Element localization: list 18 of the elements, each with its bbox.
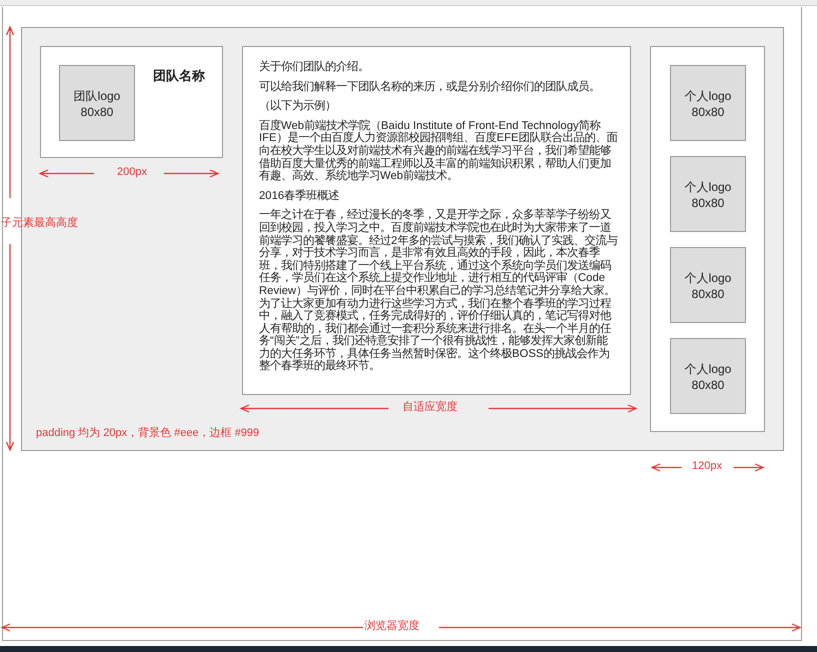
intro-paragraph: 可以给我们解释一下团队名称的来历，或是分别介绍你们的团队成员。 bbox=[259, 80, 601, 94]
width-label: 120px bbox=[692, 461, 722, 472]
team-name: 团队名称 bbox=[153, 67, 205, 85]
member-logo-slot: 个人logo 80x80 bbox=[670, 338, 746, 414]
intro-paragraph: 一年之计在于春，经过漫长的冬季，又是开学之际，众多莘莘学子纷纷又回到校园，投入学习之中。百度前端技术学院也在此时为大家带来了一道前端学习的饕餮盛宴。经过2年多的尝试与摸索，我们确认了实践、交流与分享，对于技术学习而言，是非常有效且高效的手段，因此，本次春季班，我们特别搭建了一个线上平台系统，通过这个系统向学员们发送编码任务，学员们在这个系统上提交作业地址，进行相互的代码评审（Code Review）与评价，同时在平台中积累自己的学习总结笔记并分享给大家。为了让大家更加有动力进行这些学习方式，我们在整个春季班的学习过程中，融入了竞赛模式，任务完成得好的，评价仔细认真的，笔记写得对他人有帮助的，我们都会通过一套积分系统来进行排名。在头一个半月的任务“闯关”之后，我们还特意安排了一个很有挑战性，能够发挥大家创新能力的大任务环节，具体任务当然暂时保密。这个终极BOSS的挑战会作为整个春季班的最终环节。 bbox=[259, 209, 618, 374]
height-label: 子元素最高高度 bbox=[1, 218, 78, 229]
member-logo-slot: 个人logo 80x80 bbox=[670, 247, 746, 323]
width-label: 浏览器宽度 bbox=[364, 621, 420, 632]
annotation-note: padding 均为 20px，背景色 #eee，边框 #999 bbox=[36, 428, 260, 439]
intro-paragraph: 关于你们团队的介绍。 bbox=[259, 61, 370, 74]
member-logo-slot: 个人logo 80x80 bbox=[670, 65, 746, 141]
intro-paragraph: （以下为示例） bbox=[259, 100, 337, 113]
team-logo-slot: 团队logo 80x80 bbox=[59, 65, 135, 141]
member-logo-slot: 个人logo 80x80 bbox=[670, 156, 746, 232]
width-label: 200px bbox=[117, 167, 147, 178]
intro-paragraph: 2016春季班概述 bbox=[259, 190, 340, 202]
intro-paragraph: 百度Web前端技术学院（Baidu Institute of Front-End Technology简称IFE）是一个由百度人力资源部校园招聘组、百度EFE团队联合出品的、面向在校大学生以及对前端技术有兴趣的前端在线学习平台，我们希望能够借助百度大量优秀的前端工程师以及丰富的前端知识积累，帮助人们更加有趣、高效、系统地学习Web前端技术。 bbox=[259, 120, 618, 183]
width-label: 自适应宽度 bbox=[402, 402, 458, 413]
